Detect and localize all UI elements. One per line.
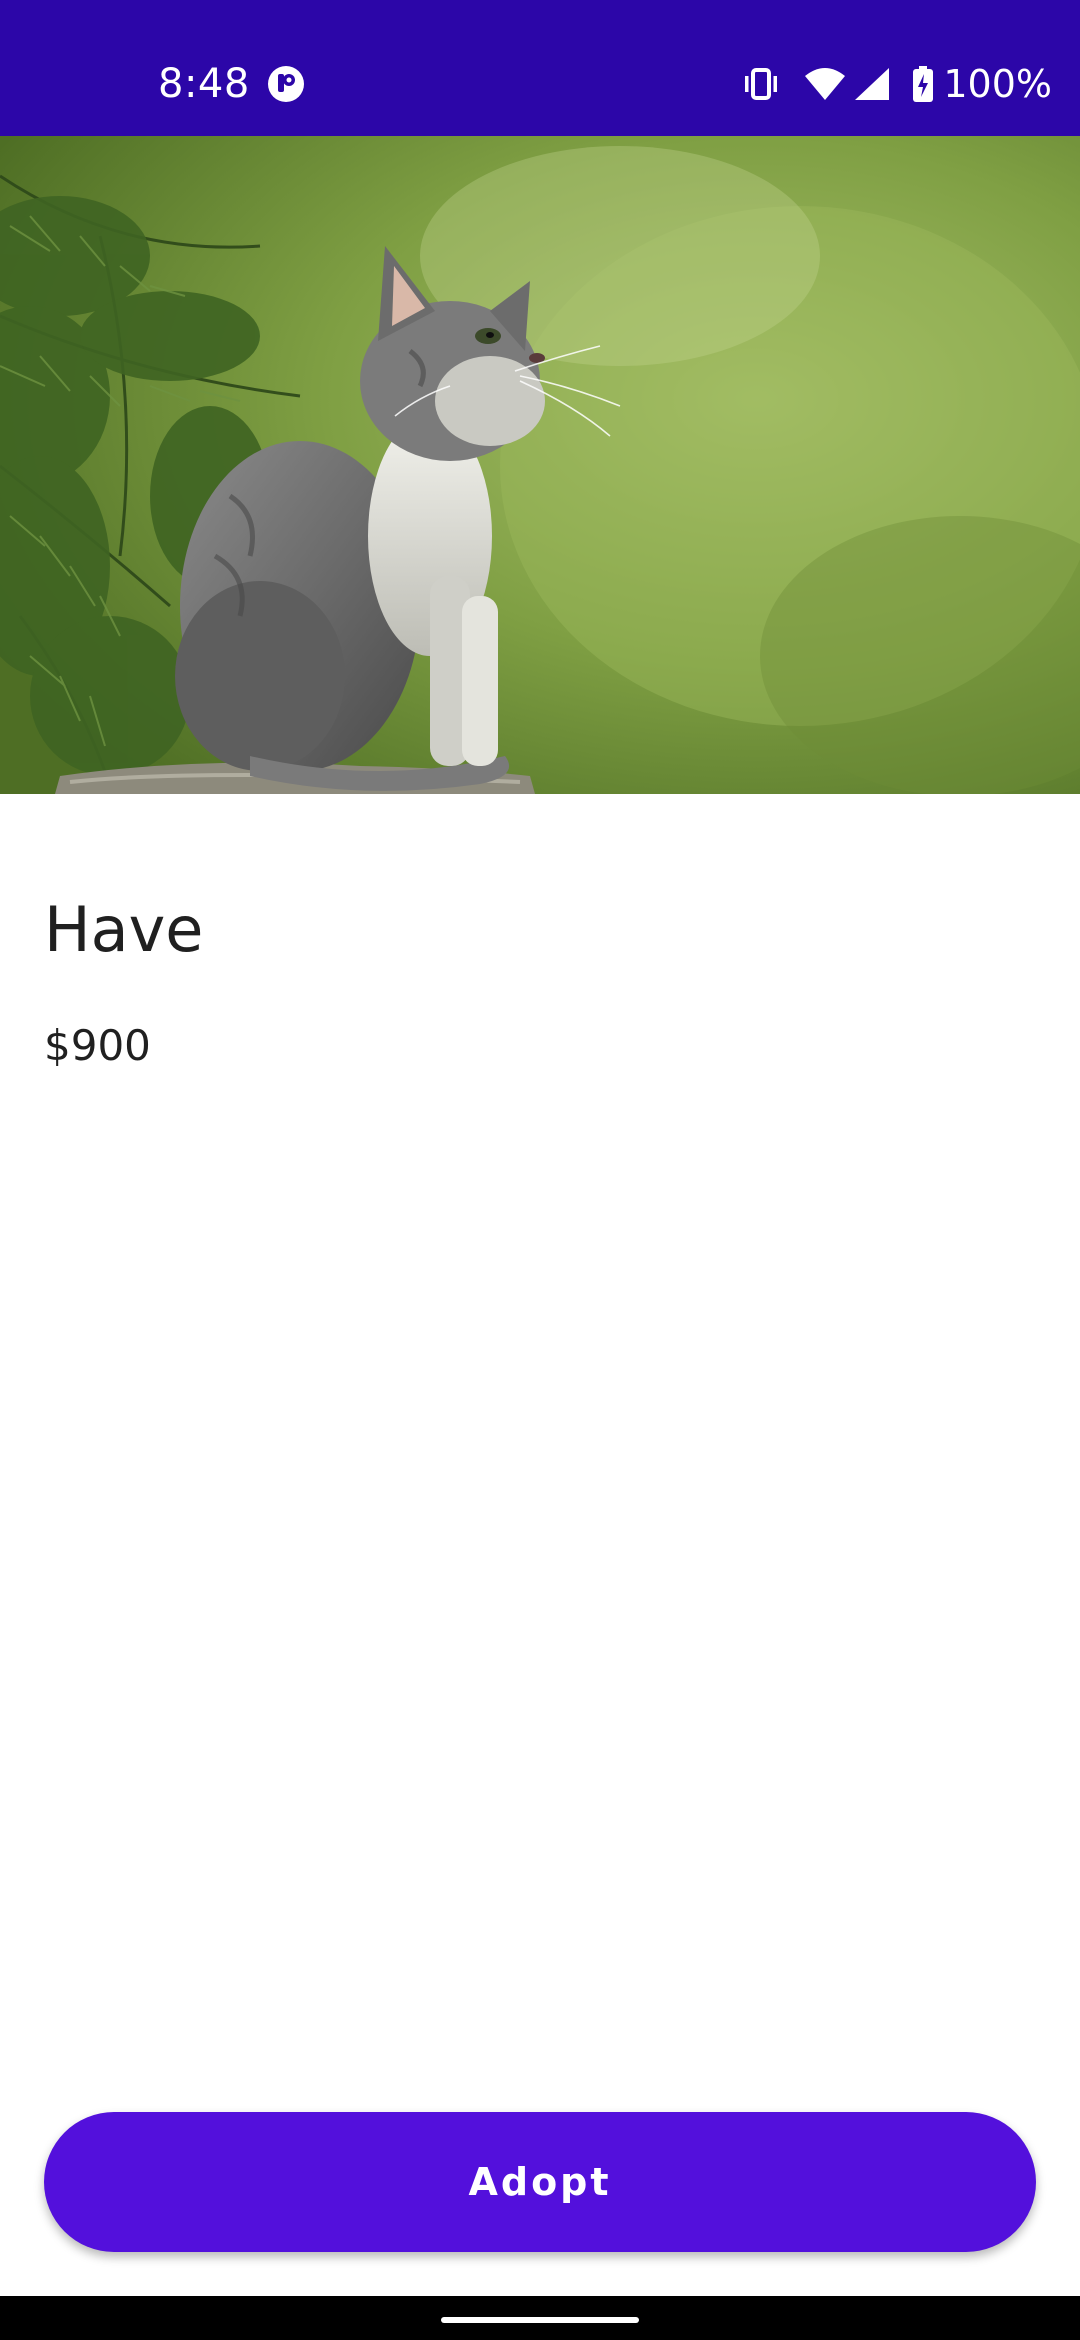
navigation-bar (0, 2296, 1080, 2340)
status-icons: 100% (741, 56, 1052, 112)
pet-photo (0, 136, 1080, 794)
cell-signal-icon (853, 64, 891, 104)
battery-charging-icon (911, 64, 935, 104)
pet-detail-screen: 8:48 100% Have $900 Adopt (0, 0, 1080, 2340)
home-gesture-handle[interactable] (441, 2317, 639, 2323)
battery-percentage: 100% (943, 62, 1052, 106)
pet-name: Have (44, 893, 204, 966)
kitten-photo-icon (0, 136, 1080, 794)
status-bar: 8:48 100% (0, 0, 1080, 136)
app-notification-icon (266, 64, 306, 104)
status-time: 8:48 (158, 61, 250, 107)
pet-price: $900 (44, 1021, 151, 1070)
wifi-icon (803, 64, 847, 104)
vibrate-icon (741, 64, 781, 104)
adopt-button[interactable]: Adopt (44, 2112, 1036, 2252)
